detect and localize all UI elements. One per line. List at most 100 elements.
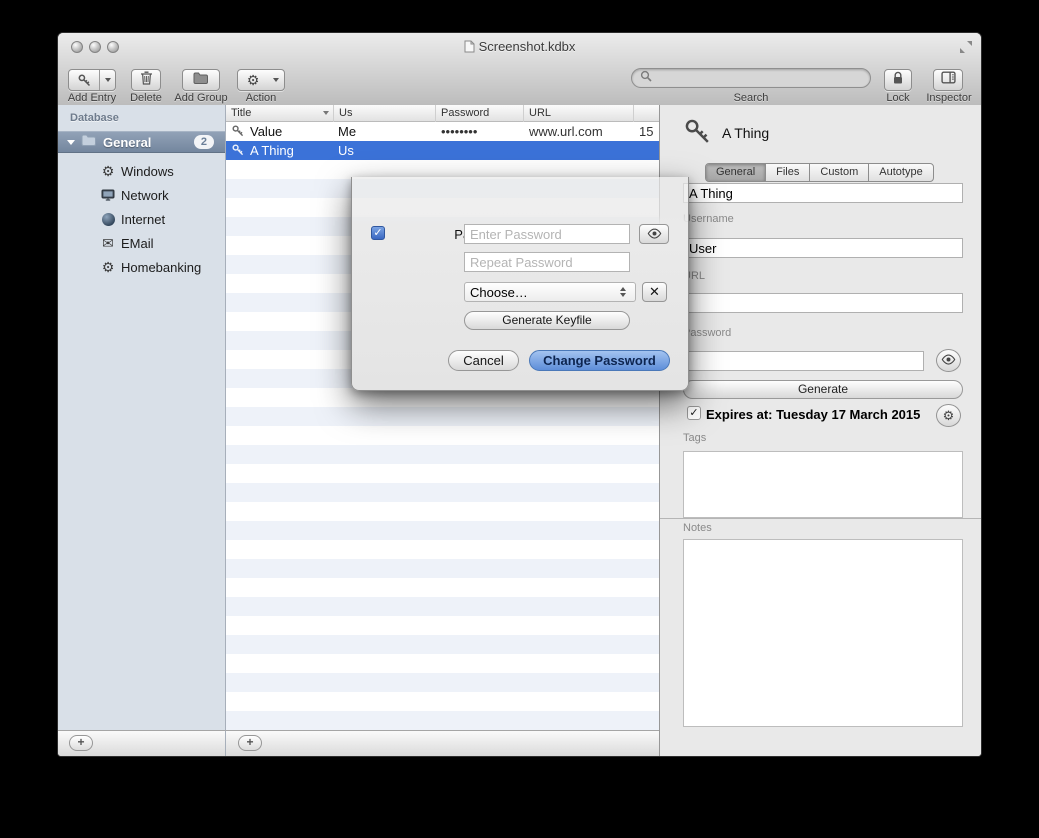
sidebar-footer: + — [58, 730, 226, 756]
popup-stepper-icon — [620, 287, 626, 297]
column-header-title[interactable]: Title — [226, 105, 334, 122]
gear-icon: ⚙ — [238, 70, 268, 90]
window-chrome: Screenshot.kdbx Add Entry Delete Add Gro… — [58, 33, 981, 106]
expires-label: Expires at: Tuesday 17 March 2015 — [706, 407, 920, 422]
inspector-button[interactable] — [933, 69, 963, 91]
delete-label: Delete — [130, 92, 162, 104]
password-checkbox[interactable]: ✓ — [371, 226, 385, 240]
sort-arrow-icon — [323, 111, 329, 115]
add-group-plus-button[interactable]: + — [69, 735, 93, 751]
cell-username: Me — [338, 124, 356, 139]
dialog-password-input[interactable] — [464, 224, 630, 244]
empty-row — [226, 407, 659, 426]
sidebar-item-network[interactable]: Network — [58, 183, 225, 207]
lock-label: Lock — [886, 92, 909, 104]
search-input[interactable] — [656, 70, 860, 86]
column-header-extra[interactable] — [634, 105, 659, 122]
dialog-show-password-button[interactable] — [639, 224, 669, 244]
cell-url: www.url.com — [529, 124, 603, 139]
expires-checkbox[interactable]: ✓ — [687, 406, 701, 420]
clear-keyfile-button[interactable]: ✕ — [642, 282, 667, 302]
url-field[interactable] — [683, 293, 963, 313]
username-field[interactable] — [683, 238, 963, 258]
sidebar-item-label: Windows — [121, 164, 174, 179]
search-field[interactable] — [631, 68, 871, 88]
notes-label: Notes — [683, 522, 712, 534]
sidebar-item-label: EMail — [121, 236, 154, 251]
search-icon — [640, 69, 652, 87]
disclosure-triangle-icon[interactable] — [67, 140, 75, 145]
column-header-url[interactable]: URL — [524, 105, 634, 122]
tab-files[interactable]: Files — [766, 164, 810, 181]
main-area: Database General 2 ⚙ Windows Network — [58, 105, 981, 756]
sidebar-item-label: Internet — [121, 212, 165, 227]
sidebar-group-general[interactable]: General 2 — [58, 131, 225, 153]
folder-icon — [193, 71, 209, 89]
table-row-selected[interactable]: A Thing Us — [226, 141, 659, 160]
add-entry-plus-button[interactable]: + — [238, 735, 262, 751]
cancel-button[interactable]: Cancel — [448, 350, 519, 371]
cell-password: •••••••• — [441, 124, 477, 139]
key-icon — [232, 125, 244, 140]
chevron-down-icon — [100, 70, 115, 90]
empty-row — [226, 502, 659, 521]
empty-row — [226, 426, 659, 445]
password-field[interactable] — [683, 351, 924, 371]
eye-icon — [941, 353, 956, 368]
eye-icon — [647, 227, 662, 242]
tab-custom[interactable]: Custom — [810, 164, 869, 181]
empty-row — [226, 559, 659, 578]
keyfile-popup-value: Choose… — [470, 285, 528, 300]
sidebar-item-homebanking[interactable]: ⚙ Homebanking — [58, 255, 225, 279]
add-group-label: Add Group — [174, 92, 227, 104]
add-group-button[interactable] — [182, 69, 220, 91]
search-label: Search — [734, 92, 769, 104]
monitor-icon — [100, 189, 116, 201]
empty-row — [226, 464, 659, 483]
sidebar-item-email[interactable]: ✉ EMail — [58, 231, 225, 255]
delete-button[interactable] — [131, 69, 161, 91]
fullscreen-icon[interactable] — [959, 40, 973, 59]
empty-row — [226, 692, 659, 711]
empty-row — [226, 616, 659, 635]
empty-row — [226, 711, 659, 730]
expires-settings-button[interactable]: ⚙ — [936, 404, 961, 427]
change-password-dialog: ✓ Password: Repeat: Keyfile: Choose… ✕ G… — [351, 177, 689, 391]
tags-field[interactable] — [683, 451, 963, 518]
empty-row — [226, 483, 659, 502]
globe-icon — [100, 213, 116, 226]
empty-row — [226, 540, 659, 559]
gear-icon: ⚙ — [100, 163, 116, 180]
table-header: Title Us Password URL — [226, 105, 659, 122]
dialog-repeat-input[interactable] — [464, 252, 630, 272]
envelope-icon: ✉ — [100, 235, 116, 252]
add-entry-label: Add Entry — [68, 92, 116, 104]
tab-general[interactable]: General — [706, 164, 766, 181]
sidebar-item-windows[interactable]: ⚙ Windows — [58, 159, 225, 183]
add-entry-button[interactable] — [68, 69, 116, 91]
lock-icon — [892, 71, 904, 90]
cell-extra: 15 — [639, 124, 653, 139]
inspector-label: Inspector — [926, 92, 971, 104]
empty-row — [226, 635, 659, 654]
tags-label: Tags — [683, 432, 706, 444]
show-password-button[interactable] — [936, 349, 961, 372]
empty-row — [226, 578, 659, 597]
generate-keyfile-button[interactable]: Generate Keyfile — [464, 311, 630, 330]
title-field[interactable] — [683, 183, 963, 203]
gear-icon: ⚙ — [943, 408, 955, 424]
lock-button[interactable] — [884, 69, 912, 91]
empty-row — [226, 521, 659, 540]
generate-password-button[interactable]: Generate — [683, 380, 963, 399]
tab-autotype[interactable]: Autotype — [869, 164, 932, 181]
change-password-button[interactable]: Change Password — [529, 350, 670, 371]
column-header-password[interactable]: Password — [436, 105, 524, 122]
entry-count-badge: 2 — [194, 135, 214, 149]
table-row[interactable]: Value Me •••••••• www.url.com 15 — [226, 122, 659, 141]
keyfile-popup[interactable]: Choose… — [464, 282, 636, 302]
action-button[interactable]: ⚙ — [237, 69, 285, 91]
column-header-username[interactable]: Us — [334, 105, 436, 122]
sidebar-item-internet[interactable]: Internet — [58, 207, 225, 231]
inspector-panel: A Thing General Files Custom Autotype Us… — [659, 105, 982, 756]
notes-field[interactable] — [683, 539, 963, 727]
